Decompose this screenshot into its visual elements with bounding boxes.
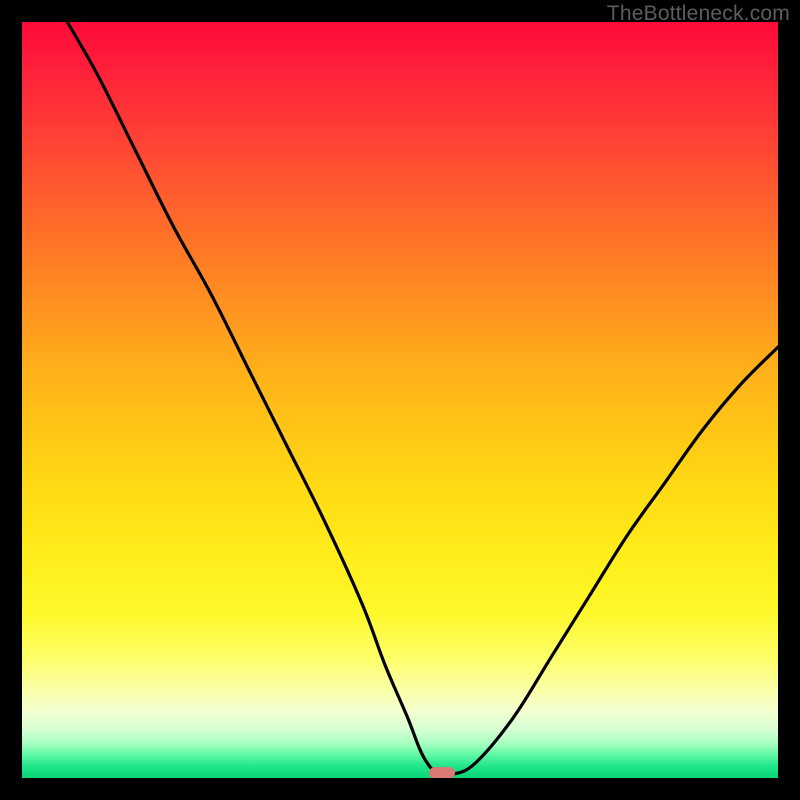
optimal-balance-marker bbox=[429, 767, 455, 778]
chart-frame: TheBottleneck.com bbox=[0, 0, 800, 800]
watermark-text: TheBottleneck.com bbox=[607, 2, 790, 26]
bottleneck-curve bbox=[22, 22, 778, 778]
plot-area bbox=[22, 22, 778, 778]
